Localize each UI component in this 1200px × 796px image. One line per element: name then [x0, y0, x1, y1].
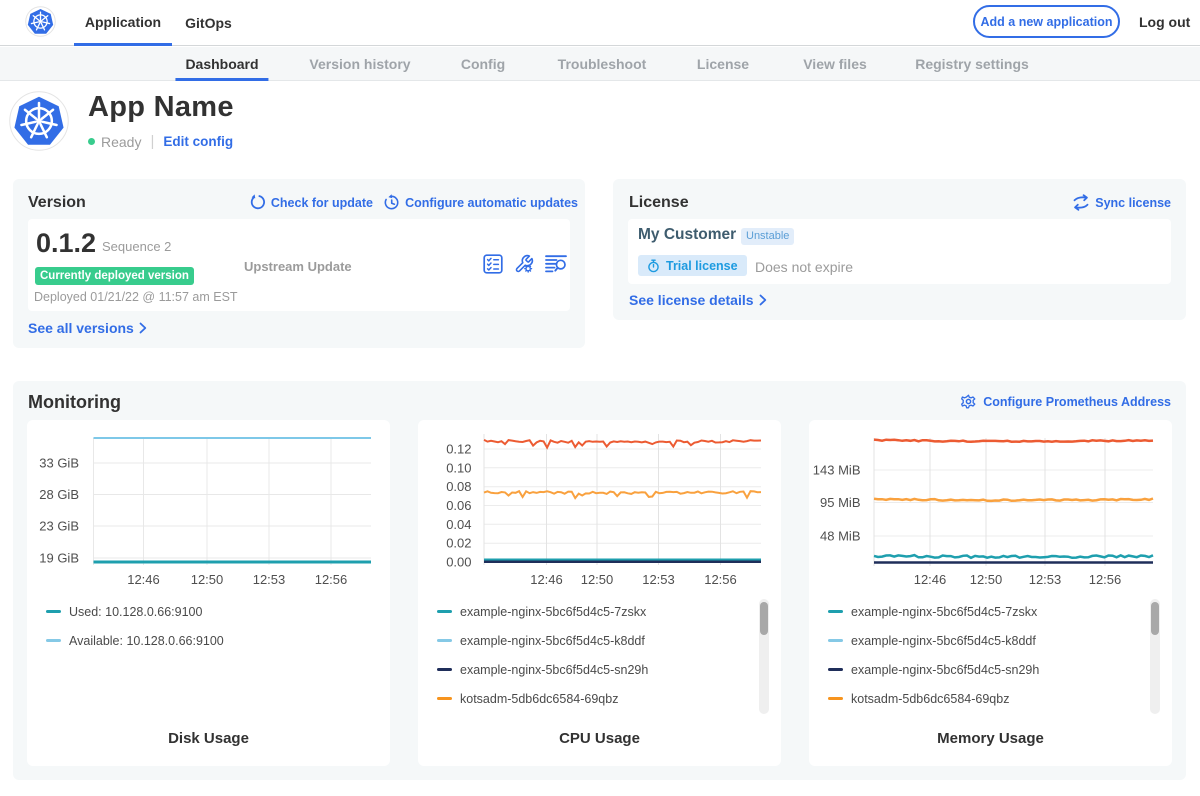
svg-text:12:56: 12:56 — [315, 572, 348, 587]
svg-text:0.06: 0.06 — [446, 498, 471, 513]
svg-text:12:56: 12:56 — [704, 572, 737, 587]
svg-text:0.10: 0.10 — [446, 460, 471, 475]
svg-text:23 GiB: 23 GiB — [39, 519, 79, 534]
svg-text:95 MiB: 95 MiB — [820, 495, 860, 510]
svg-text:12:50: 12:50 — [581, 572, 614, 587]
svg-text:12:46: 12:46 — [914, 572, 947, 587]
svg-text:0.02: 0.02 — [446, 536, 471, 551]
svg-text:28 GiB: 28 GiB — [39, 487, 79, 502]
svg-text:0.08: 0.08 — [446, 479, 471, 494]
svg-text:143 MiB: 143 MiB — [813, 463, 861, 478]
svg-text:0.12: 0.12 — [446, 442, 471, 457]
svg-text:12:53: 12:53 — [253, 572, 286, 587]
svg-text:12:46: 12:46 — [530, 572, 563, 587]
svg-text:33 GiB: 33 GiB — [39, 456, 79, 471]
svg-text:12:50: 12:50 — [191, 572, 224, 587]
svg-text:12:56: 12:56 — [1089, 572, 1122, 587]
svg-text:12:53: 12:53 — [1029, 572, 1062, 587]
svg-text:19 GiB: 19 GiB — [39, 551, 79, 566]
svg-text:12:46: 12:46 — [127, 572, 160, 587]
svg-text:0.04: 0.04 — [446, 517, 471, 532]
svg-text:48 MiB: 48 MiB — [820, 529, 860, 544]
svg-text:12:50: 12:50 — [970, 572, 1003, 587]
svg-text:0.00: 0.00 — [446, 555, 471, 570]
svg-text:12:53: 12:53 — [642, 572, 675, 587]
